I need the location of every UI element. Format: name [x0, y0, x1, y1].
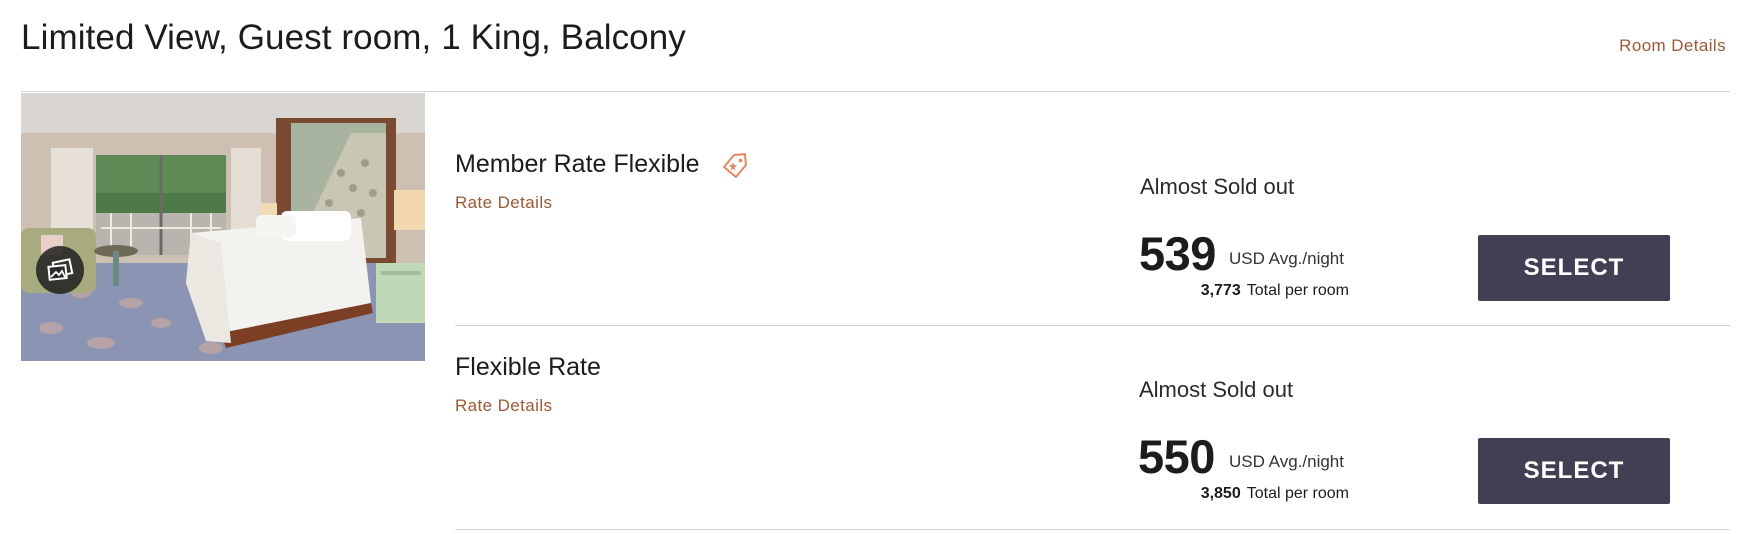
- room-photo[interactable]: [21, 93, 425, 361]
- tag-icon: [721, 152, 749, 185]
- availability-status: Almost Sold out: [1139, 377, 1294, 402]
- rate-divider: [455, 529, 1730, 530]
- rate-details-link[interactable]: Rate Details: [455, 193, 552, 213]
- total-per-room: 3,850 Total per room: [1201, 485, 1349, 503]
- price-amount: 550: [1138, 430, 1215, 483]
- total-per-room: 3,773 Total per room: [1201, 282, 1349, 300]
- total-label: Total per room: [1246, 282, 1349, 299]
- select-button[interactable]: SELECT: [1478, 438, 1670, 504]
- price-unit: USD Avg./night: [1229, 249, 1344, 268]
- photo-gallery-icon: [46, 258, 74, 282]
- room-photo-image: [21, 93, 425, 361]
- availability-status: Almost Sold out: [1140, 174, 1295, 199]
- total-label: Total per room: [1246, 485, 1349, 502]
- room-details-link[interactable]: Room Details: [1619, 36, 1726, 56]
- total-amount: 3,850: [1200, 485, 1241, 502]
- room-title: Limited View, Guest room, 1 King, Balcon…: [21, 18, 686, 57]
- total-amount: 3,773: [1200, 282, 1241, 299]
- header-divider: [21, 91, 1730, 92]
- select-button[interactable]: SELECT: [1478, 235, 1670, 301]
- rate-name: Member Rate Flexible: [455, 150, 700, 178]
- rate-details-link[interactable]: Rate Details: [455, 396, 552, 416]
- price-unit: USD Avg./night: [1229, 452, 1344, 471]
- rate-divider: [455, 325, 1730, 326]
- rate-name: Flexible Rate: [455, 353, 601, 381]
- photo-gallery-button[interactable]: [36, 246, 84, 294]
- price-amount: 539: [1139, 227, 1216, 280]
